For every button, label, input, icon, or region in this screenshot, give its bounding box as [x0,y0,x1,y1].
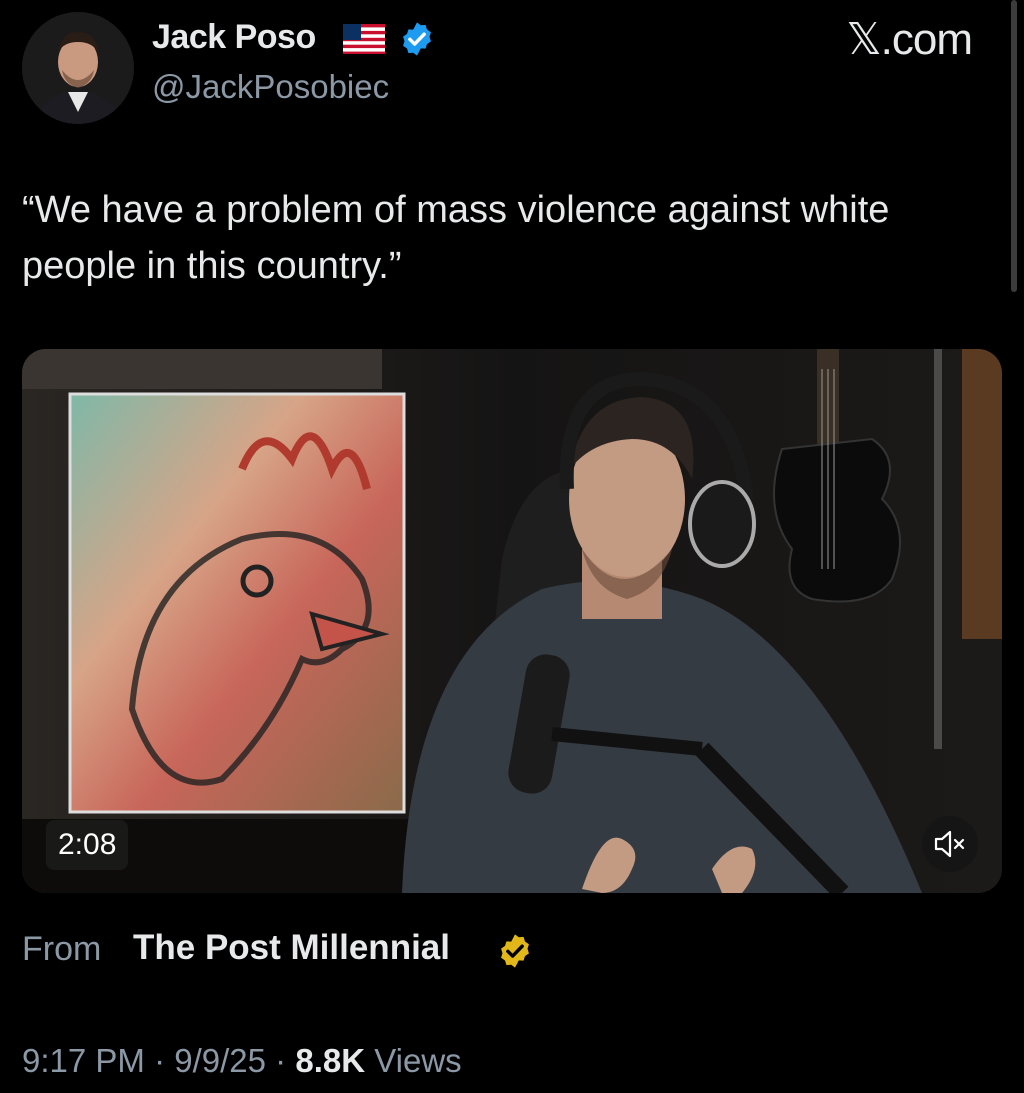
blue-verified-badge-icon [403,22,431,56]
wall-painting [68,392,406,814]
tweet-meta: 9:17 PM · 9/9/25 · 8.8K Views [22,1042,462,1080]
author-display-name[interactable]: Jack Poso [152,18,316,57]
mute-button[interactable] [922,816,978,872]
tweet-text: “We have a problem of mass violence agai… [22,189,890,287]
x-site-logo: 𝕏.com [846,15,973,64]
video-duration-badge: 2:08 [46,820,129,870]
meta-separator: · [154,1042,166,1079]
us-flag-icon [343,24,385,54]
views-label: Views [374,1042,462,1079]
tweet-date[interactable]: 9/9/25 [174,1042,266,1079]
author-avatar[interactable] [22,12,134,124]
muted-speaker-icon [934,830,965,858]
meta-separator: · [275,1042,287,1079]
video-frame [22,349,1002,893]
gold-verified-badge-icon [501,934,529,968]
tweet-time[interactable]: 9:17 PM [22,1042,145,1079]
source-account-name[interactable]: The Post Millennial [133,928,450,968]
avatar-image [22,12,134,124]
from-label: From [22,930,102,968]
views-count[interactable]: 8.8K [295,1042,365,1079]
author-handle[interactable]: @JackPosobiec [152,68,389,106]
video-player[interactable] [22,349,1002,893]
